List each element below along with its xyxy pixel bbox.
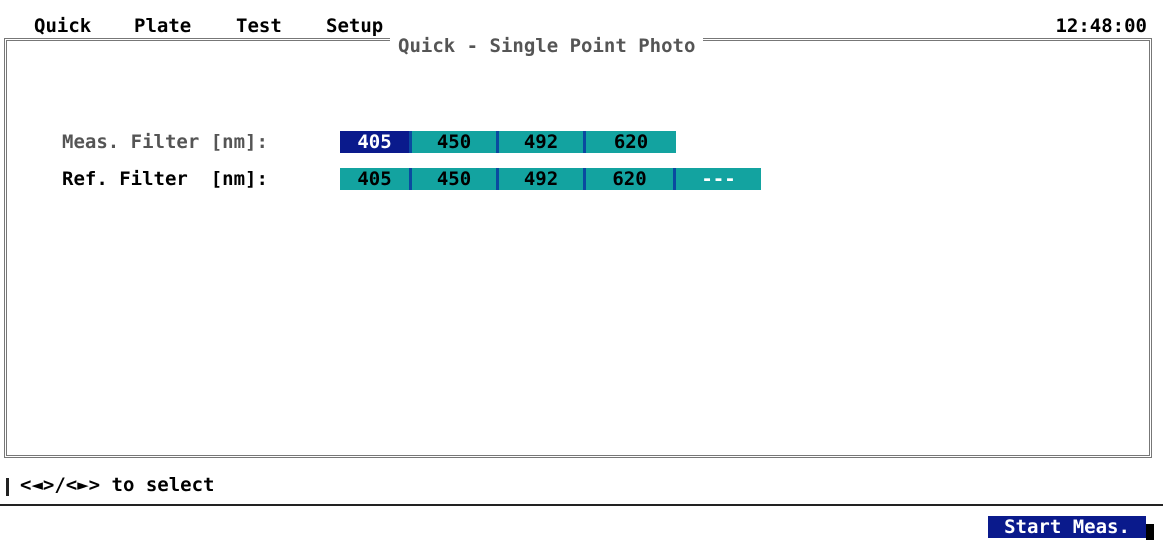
meas-filter-options: 405 450 492 620 (340, 131, 676, 153)
clock: 12:48:00 (1055, 15, 1147, 37)
ref-filter-option-450[interactable]: 450 (412, 168, 499, 190)
start-button-shadow (1146, 524, 1154, 540)
meas-filter-option-405[interactable]: 405 (340, 131, 412, 153)
main-panel (4, 38, 1152, 458)
ref-filter-options: 405 450 492 620 --- (340, 168, 761, 190)
meas-filter-option-492[interactable]: 492 (499, 131, 586, 153)
meas-filter-option-620[interactable]: 620 (586, 131, 676, 153)
cursor-bar (6, 478, 9, 496)
menu-test[interactable]: Test (236, 16, 282, 36)
menu-setup[interactable]: Setup (326, 16, 383, 36)
menu-plate[interactable]: Plate (134, 16, 191, 36)
ref-filter-option-none[interactable]: --- (676, 168, 761, 190)
meas-filter-option-450[interactable]: 450 (412, 131, 499, 153)
status-hint: <◄>/<►> to select (20, 474, 215, 496)
ref-filter-option-405[interactable]: 405 (340, 168, 412, 190)
menu-bar: Quick Plate Test Setup 12:48:00 (0, 0, 1163, 36)
start-meas-button[interactable]: Start Meas. (988, 516, 1146, 538)
panel-title: Quick - Single Point Photo (390, 36, 704, 56)
ref-filter-option-492[interactable]: 492 (499, 168, 586, 190)
meas-filter-label: Meas. Filter [nm]: (62, 131, 268, 153)
status-divider (0, 504, 1163, 506)
menu-quick[interactable]: Quick (34, 16, 91, 36)
ref-filter-option-620[interactable]: 620 (586, 168, 676, 190)
ref-filter-label: Ref. Filter [nm]: (62, 168, 268, 190)
